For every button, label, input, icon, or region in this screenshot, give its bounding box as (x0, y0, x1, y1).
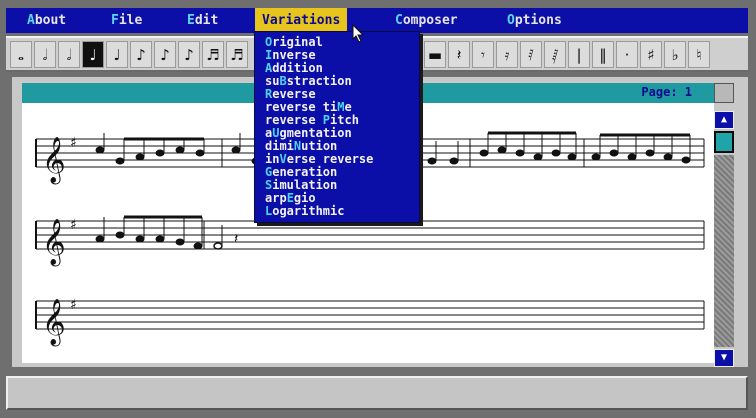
hotkey: C (395, 13, 403, 28)
item-suffix: gmentation (279, 126, 352, 140)
hotkey: E (286, 191, 294, 205)
sixteenth-note-icon[interactable]: ♬ (202, 41, 224, 68)
quarter-rest-icon[interactable]: 𝄽 (448, 41, 470, 68)
dot-icon[interactable]: · (616, 41, 638, 68)
eighth-note-alt-icon[interactable]: ♪ (178, 41, 200, 68)
staff-3 (35, 300, 705, 330)
item-suffix: ution (301, 139, 338, 153)
menu-options[interactable]: Options (500, 8, 569, 33)
menu-edit[interactable]: Edit (180, 8, 225, 33)
item-suffix: imulation (272, 178, 338, 192)
item-suffix: e (344, 100, 352, 114)
variations-dropdown-menu: Original Inverse Addition suBstraction R… (254, 31, 420, 223)
treble-clef-icon: 𝄞 (42, 299, 66, 347)
sixteenth-rest-icon[interactable]: 𝄿 (496, 41, 518, 68)
eighth-note-icon[interactable]: ♪ (130, 41, 152, 68)
item-prefix: su (265, 74, 280, 88)
item-suffix: itch (330, 113, 359, 127)
item-suffix: erse reverse (286, 152, 374, 166)
sharp-icon: ♯ (70, 135, 77, 151)
item-prefix: reverse ti (265, 100, 338, 114)
quarter-note-stem-up-icon[interactable]: ♩ (106, 41, 128, 68)
whole-rest-icon[interactable]: ▬ (424, 41, 446, 68)
half-note-icon[interactable]: 𝅗𝅥 (34, 41, 56, 68)
item-suffix: nverse (272, 48, 316, 62)
barline-icon[interactable]: | (568, 41, 590, 68)
menu-variations[interactable]: Variations (255, 8, 348, 33)
item-suffix: gio (293, 191, 316, 205)
item-prefix: reverse (265, 113, 323, 127)
menu-label: dit (194, 13, 219, 28)
item-suffix: ddition (272, 61, 323, 75)
sixty-fourth-rest-icon[interactable]: 𝅁 (544, 41, 566, 68)
sharp-icon: ♯ (70, 297, 77, 313)
item-prefix: arp (265, 191, 287, 205)
menu-composer[interactable]: Composer (388, 8, 465, 33)
sharp-icon: ♯ (70, 217, 77, 233)
vertical-scrollbar[interactable]: ▲ ▼ (712, 83, 738, 367)
staff-2 (35, 220, 705, 250)
quarter-rest-icon: 𝄽 (234, 231, 238, 247)
flat-icon[interactable]: ♭ (664, 41, 686, 68)
half-note-stem-up-icon[interactable]: 𝅗𝅥 (58, 41, 80, 68)
scrollbar-thumb[interactable] (714, 131, 734, 153)
scrollbar-track[interactable] (714, 155, 734, 347)
eighth-rest-icon[interactable]: 𝄾 (472, 41, 494, 68)
hotkey: E (187, 13, 195, 28)
treble-clef-icon: 𝄞 (42, 137, 66, 185)
status-bar (6, 376, 748, 410)
hotkey: O (507, 13, 515, 28)
menu-item-logarithmic[interactable]: Logarithmic (265, 205, 419, 218)
scroll-up-arrow-icon[interactable]: ▲ (714, 111, 734, 129)
scrollbar-corner-button[interactable] (714, 83, 734, 103)
item-suffix: riginal (272, 35, 323, 49)
page-indicator: Page: 1 (641, 85, 692, 99)
double-barline-icon[interactable]: ‖ (592, 41, 614, 68)
whole-note-icon[interactable]: 𝅝 (10, 41, 32, 68)
menu-label: ariations (269, 13, 341, 28)
scroll-down-arrow-icon[interactable]: ▼ (714, 349, 734, 367)
hotkey: V (279, 152, 287, 166)
menu-label: omposer (402, 13, 458, 28)
thirty-second-rest-icon[interactable]: 𝅀 (520, 41, 542, 68)
mouse-cursor-icon (352, 24, 365, 43)
hotkey: B (279, 74, 287, 88)
hotkey: A (27, 13, 35, 28)
menu-bar: About File Edit Variations Composer Opti… (6, 8, 748, 33)
item-prefix: in (265, 152, 280, 166)
menu-file[interactable]: File (104, 8, 149, 33)
menu-label: bout (34, 13, 67, 28)
item-suffix: everse (272, 87, 316, 101)
natural-icon[interactable]: ♮ (688, 41, 710, 68)
hotkey: F (111, 13, 119, 28)
hotkey: V (262, 13, 270, 28)
menu-label: ptions (514, 13, 562, 28)
item-suffix: ogarithmic (272, 204, 345, 218)
eighth-note-stem-up-icon[interactable]: ♪ (154, 41, 176, 68)
sharp-icon[interactable]: ♯ (640, 41, 662, 68)
hotkey: P (322, 113, 331, 127)
item-prefix: dimi (265, 139, 294, 153)
menu-label: ile (118, 13, 143, 28)
quarter-note-icon[interactable]: ♩ (82, 41, 104, 68)
item-suffix: straction (286, 74, 352, 88)
treble-clef-icon: 𝄞 (42, 219, 66, 267)
staff-2-notes: 𝄽 (95, 215, 238, 250)
item-suffix: eneration (272, 165, 338, 179)
menu-about[interactable]: About (20, 8, 73, 33)
thirty-second-note-icon[interactable]: ♬ (226, 41, 248, 68)
